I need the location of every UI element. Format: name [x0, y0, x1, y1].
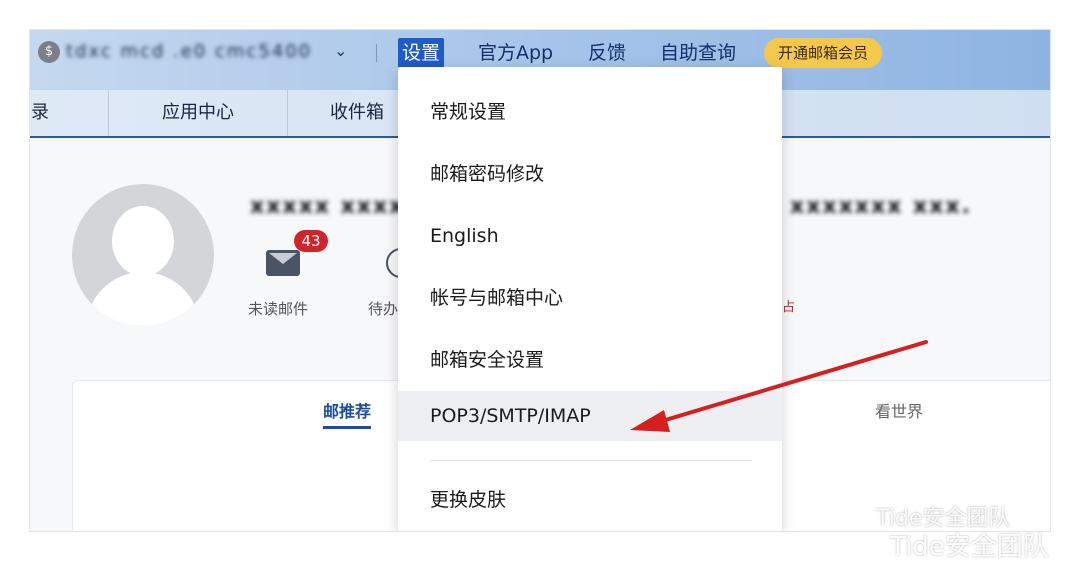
feedback-link[interactable]: 反馈 [586, 38, 628, 68]
settings-link[interactable]: 设置 [398, 38, 445, 68]
tab-login[interactable]: 录 [30, 90, 50, 136]
user-extra-info: xxxxxxx xxx. [790, 194, 972, 219]
unread-count-badge: 43 [294, 230, 328, 252]
account-name[interactable]: tdxc mcd .e0 cmc5400 [66, 42, 326, 62]
menu-item-english[interactable]: English [398, 205, 782, 267]
status-fragment: 占 [782, 300, 796, 315]
settings-dropdown: 常规设置 邮箱密码修改 English 帐号与邮箱中心 邮箱安全设置 POP3/… [398, 67, 782, 531]
official-app-link[interactable]: 官方App [476, 38, 555, 68]
divider [376, 44, 377, 62]
menu-item-pop3-smtp-imap[interactable]: POP3/SMTP/IMAP [398, 391, 782, 441]
mail-window: $ tdxc mcd .e0 cmc5400 ⌄ 设置 官方App 反馈 自助查… [30, 30, 1050, 531]
unread-mail-label[interactable]: 未读邮件 [248, 298, 308, 319]
chevron-down-icon[interactable]: ⌄ [334, 41, 347, 60]
avatar[interactable] [72, 184, 214, 326]
tab-divider [287, 90, 288, 136]
vip-membership-button[interactable]: 开通邮箱会员 [764, 38, 883, 68]
menu-item-account-center[interactable]: 帐号与邮箱中心 [398, 267, 782, 329]
menu-divider [430, 460, 752, 461]
menu-item-security-settings[interactable]: 邮箱安全设置 [398, 329, 782, 391]
self-service-link[interactable]: 自助查询 [658, 38, 738, 68]
tab-recommended[interactable]: 邮推荐 [323, 398, 372, 429]
avatar-body [86, 272, 200, 326]
wechat-icon [843, 507, 875, 527]
mail-icon[interactable] [266, 250, 300, 276]
user-name: xxxxx xxxx [250, 194, 406, 219]
tab-world[interactable]: 看世界 [875, 398, 923, 422]
avatar-head [112, 206, 174, 276]
todo-label[interactable]: 待办 [368, 298, 398, 319]
tab-app-center[interactable]: 应用中心 [109, 90, 287, 136]
menu-item-change-password[interactable]: 邮箱密码修改 [398, 143, 782, 205]
account-switch-icon[interactable]: $ [38, 41, 60, 63]
watermark-line2: Tide安全团队 [890, 532, 1049, 562]
menu-item-change-skin[interactable]: 更换皮肤 [398, 469, 782, 531]
menu-item-general-settings[interactable]: 常规设置 [398, 81, 782, 143]
